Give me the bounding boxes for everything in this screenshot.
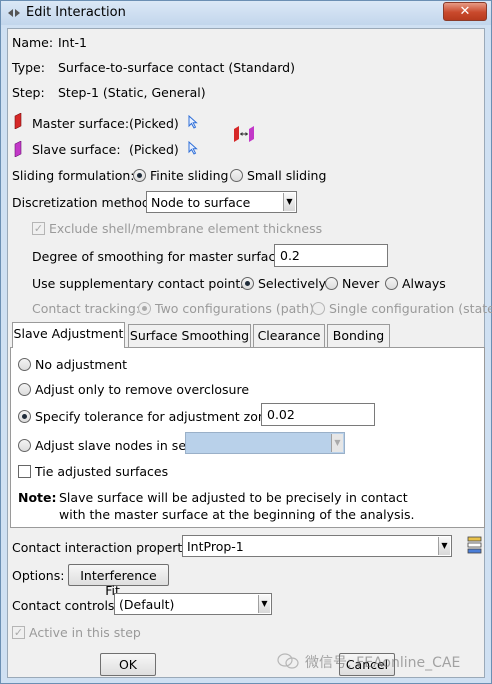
tab-label: Bonding xyxy=(332,328,385,343)
chevron-down-icon[interactable]: ▼ xyxy=(438,537,450,555)
tie-adjusted-checkbox[interactable] xyxy=(18,465,31,478)
watermark-text: 微信号: FEAonline_CAE xyxy=(305,655,461,671)
tab-label: Clearance xyxy=(257,328,321,343)
type-value: Surface-to-surface contact (Standard) xyxy=(58,60,295,75)
specify-tolerance-label[interactable]: Specify tolerance for adjustment zone: xyxy=(35,409,278,424)
tie-adjusted-label[interactable]: Tie adjusted surfaces xyxy=(35,464,168,479)
controls-label: Contact controls: xyxy=(12,598,119,613)
discretization-dropdown[interactable]: Node to surface ▼ xyxy=(146,191,297,213)
selectively-radio[interactable] xyxy=(241,277,254,290)
close-button[interactable]: ✕ xyxy=(443,2,487,21)
single-configuration-radio[interactable] xyxy=(312,302,325,315)
no-adjustment-radio[interactable] xyxy=(18,358,31,371)
title-bar[interactable]: Edit Interaction ✕ xyxy=(1,1,491,25)
smoothing-value: 0.2 xyxy=(280,248,300,263)
smoothing-input[interactable]: 0.2 xyxy=(274,244,388,267)
finite-sliding-radio[interactable] xyxy=(133,169,146,182)
step-label: Step: xyxy=(12,85,45,100)
property-label: Contact interaction property: xyxy=(12,540,193,555)
slave-surface-icon xyxy=(14,141,22,157)
window-title: Edit Interaction xyxy=(26,5,126,20)
tolerance-value: 0.02 xyxy=(267,407,295,422)
master-surface-icon xyxy=(14,113,22,129)
single-configuration-label[interactable]: Single configuration (state) xyxy=(329,301,492,316)
tracking-label: Contact tracking: xyxy=(32,301,140,316)
specify-tolerance-radio[interactable] xyxy=(18,410,31,423)
active-step-label: Active in this step xyxy=(29,625,141,640)
abaqus-app-icon xyxy=(8,9,20,17)
swap-surfaces-icon[interactable] xyxy=(232,125,256,143)
name-value: Int-1 xyxy=(58,35,87,50)
tab-label: Surface Smoothing xyxy=(129,328,250,343)
always-radio[interactable] xyxy=(385,277,398,290)
pick-arrow-icon[interactable] xyxy=(188,141,198,155)
remove-overclosure-radio[interactable] xyxy=(18,383,31,396)
small-sliding-radio[interactable] xyxy=(230,169,243,182)
no-adjustment-label[interactable]: No adjustment xyxy=(35,357,127,372)
tab-bonding[interactable]: Bonding xyxy=(327,324,390,347)
chevron-down-icon[interactable]: ▼ xyxy=(331,434,343,452)
never-radio[interactable] xyxy=(325,277,338,290)
step-value: Step-1 (Static, General) xyxy=(58,85,206,100)
controls-value: (Default) xyxy=(119,597,175,612)
pick-arrow-icon[interactable] xyxy=(188,115,198,129)
never-label[interactable]: Never xyxy=(342,276,379,291)
exclude-thickness-checkbox[interactable]: ✓ xyxy=(32,222,45,235)
discretization-value: Node to surface xyxy=(151,195,251,210)
master-surface-value: (Picked) xyxy=(129,116,179,131)
supplementary-label: Use supplementary contact points: xyxy=(32,276,252,291)
finite-sliding-label[interactable]: Finite sliding xyxy=(150,168,228,183)
name-label: Name: xyxy=(12,35,54,50)
slave-surface-value: (Picked) xyxy=(129,142,179,157)
exclude-thickness-label: Exclude shell/membrane element thickness xyxy=(49,221,323,236)
tab-slave-adjustment[interactable]: Slave Adjustment xyxy=(12,322,125,348)
discretization-label: Discretization method: xyxy=(12,195,155,210)
interference-fit-button[interactable]: Interference Fit... xyxy=(68,564,169,598)
two-configurations-label[interactable]: Two configurations (path) xyxy=(155,301,314,316)
wechat-icon xyxy=(277,653,299,669)
note-line-1: Slave surface will be adjusted to be pre… xyxy=(59,490,408,505)
selectively-label[interactable]: Selectively xyxy=(258,276,326,291)
adjust-node-set-label[interactable]: Adjust slave nodes in set: xyxy=(35,438,195,453)
two-configurations-radio[interactable] xyxy=(138,302,151,315)
property-dropdown[interactable]: IntProp-1 ▼ xyxy=(182,535,452,557)
chevron-down-icon[interactable]: ▼ xyxy=(283,193,295,211)
note-label: Note: xyxy=(18,490,57,505)
close-icon: ✕ xyxy=(459,4,471,19)
tab-label: Slave Adjustment xyxy=(13,326,124,341)
type-label: Type: xyxy=(12,60,45,75)
adjust-node-set-radio[interactable] xyxy=(18,439,31,452)
create-property-icon[interactable] xyxy=(467,536,483,554)
controls-dropdown[interactable]: (Default) ▼ xyxy=(114,593,272,615)
node-set-dropdown[interactable]: ▼ xyxy=(185,432,345,454)
master-surface-label: Master surface: xyxy=(32,116,130,131)
sliding-formulation-label: Sliding formulation: xyxy=(12,168,135,183)
note-line-2: with the master surface at the beginning… xyxy=(59,507,415,522)
tab-clearance[interactable]: Clearance xyxy=(253,324,325,347)
property-value: IntProp-1 xyxy=(187,539,244,554)
ok-label: OK xyxy=(118,657,138,672)
ok-button[interactable]: OK xyxy=(100,653,156,676)
edit-interaction-dialog: Edit Interaction ✕ Name: Int-1 Type: Sur… xyxy=(0,0,492,684)
smoothing-label: Degree of smoothing for master surface: xyxy=(32,249,288,264)
slave-surface-label: Slave surface: xyxy=(32,142,121,157)
tab-surface-smoothing[interactable]: Surface Smoothing xyxy=(128,324,251,347)
small-sliding-label[interactable]: Small sliding xyxy=(247,168,326,183)
tolerance-input[interactable]: 0.02 xyxy=(261,403,375,426)
always-label[interactable]: Always xyxy=(402,276,446,291)
active-step-checkbox[interactable]: ✓ xyxy=(12,626,25,639)
options-label: Options: xyxy=(12,568,65,583)
chevron-down-icon[interactable]: ▼ xyxy=(258,595,270,613)
remove-overclosure-label[interactable]: Adjust only to remove overclosure xyxy=(35,382,249,397)
